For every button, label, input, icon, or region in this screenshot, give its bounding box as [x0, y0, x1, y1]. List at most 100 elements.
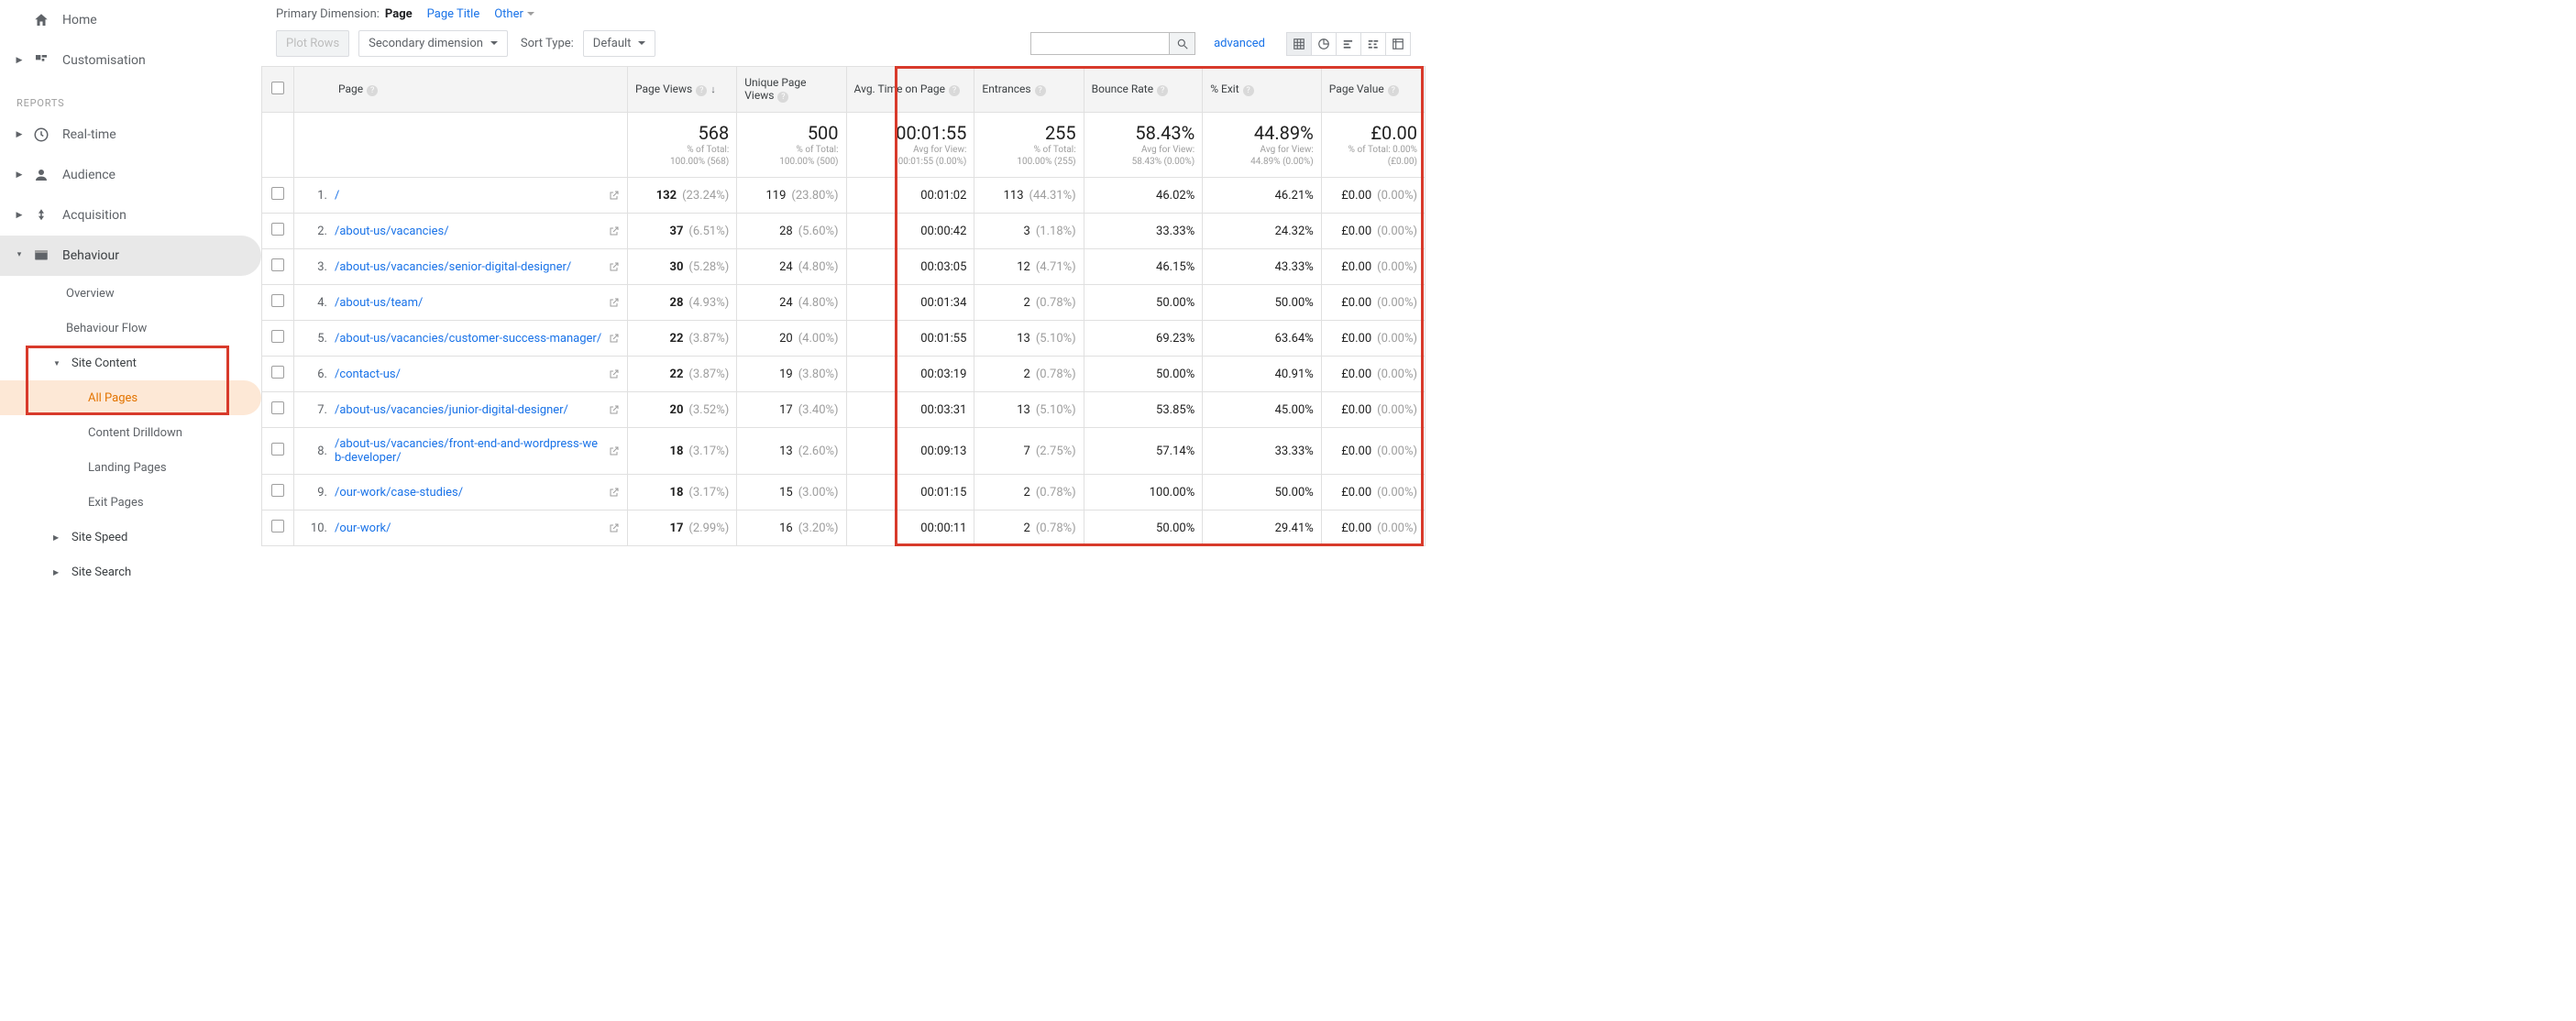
open-external-icon[interactable] — [609, 445, 620, 456]
col-exit[interactable]: % Exit? — [1203, 67, 1322, 113]
open-external-icon[interactable] — [609, 522, 620, 533]
open-external-icon[interactable] — [609, 404, 620, 415]
cell-value: £0.00(0.00%) — [1321, 392, 1425, 428]
sub-behaviour-flow[interactable]: Behaviour Flow — [0, 311, 261, 346]
page-link[interactable]: /our-work/case-studies/ — [335, 486, 603, 500]
help-icon[interactable]: ? — [1243, 85, 1254, 96]
nav-home[interactable]: Home — [0, 0, 261, 40]
row-index: 5. — [302, 332, 327, 346]
dim-other[interactable]: Other — [494, 7, 534, 21]
sub-landing-pages[interactable]: Landing Pages — [0, 450, 261, 485]
col-avgtime[interactable]: Avg. Time on Page? — [846, 67, 974, 113]
sub-site-search[interactable]: ▶ Site Search — [0, 554, 261, 589]
row-select — [262, 357, 294, 392]
help-icon[interactable]: ? — [367, 85, 378, 96]
page-link[interactable]: /our-work/ — [335, 521, 603, 535]
view-table-button[interactable] — [1286, 32, 1312, 56]
nav-customisation[interactable]: ▶ Customisation — [0, 40, 261, 81]
search-input[interactable] — [1031, 33, 1169, 54]
sub-site-speed[interactable]: ▶ Site Speed — [0, 520, 261, 554]
help-icon[interactable]: ? — [696, 85, 707, 96]
col-pageviews[interactable]: Page Views?↓ — [627, 67, 736, 113]
dim-page[interactable]: Page — [385, 7, 413, 21]
help-icon[interactable]: ? — [949, 85, 960, 96]
view-pie-button[interactable] — [1311, 32, 1337, 56]
sub-content-drilldown[interactable]: Content Drilldown — [0, 415, 261, 450]
cell-unique: 119(23.80%) — [737, 178, 846, 214]
page-link[interactable]: /about-us/vacancies/customer-success-man… — [335, 332, 603, 346]
open-external-icon[interactable] — [609, 333, 620, 344]
cell-pageviews: 17(2.99%) — [627, 510, 736, 546]
select-all-checkbox[interactable] — [271, 82, 284, 94]
view-bar-button[interactable] — [1336, 32, 1361, 56]
help-icon[interactable]: ? — [1035, 85, 1046, 96]
help-icon[interactable]: ? — [1388, 85, 1399, 96]
nav-behaviour[interactable]: ▾ Behaviour — [0, 236, 261, 276]
open-external-icon[interactable] — [609, 225, 620, 236]
open-external-icon[interactable] — [609, 487, 620, 498]
sub-overview[interactable]: Overview — [0, 276, 261, 311]
page-link[interactable]: /about-us/vacancies/junior-digital-desig… — [335, 403, 603, 417]
sub-site-search-label: Site Search — [72, 565, 131, 579]
view-pivot-button[interactable] — [1385, 32, 1411, 56]
total-exit: 44.89%Avg for View:44.89% (0.00%) — [1203, 113, 1322, 178]
row-select — [262, 392, 294, 428]
dim-page-title[interactable]: Page Title — [427, 7, 480, 21]
nav-home-label: Home — [62, 13, 97, 27]
row-index: 6. — [302, 368, 327, 381]
nav-acquisition[interactable]: ▶ Acquisition — [0, 195, 261, 236]
row-checkbox[interactable] — [271, 223, 284, 236]
table-row: 7./about-us/vacancies/junior-digital-des… — [262, 392, 1426, 428]
row-checkbox[interactable] — [271, 294, 284, 307]
row-checkbox[interactable] — [271, 330, 284, 343]
col-page[interactable]: Page? — [293, 67, 627, 113]
nav-realtime[interactable]: ▶ Real-time — [0, 115, 261, 155]
row-checkbox[interactable] — [271, 258, 284, 271]
row-checkbox[interactable] — [271, 187, 284, 200]
sort-type-label: Sort Type: — [521, 37, 574, 50]
row-index: 8. — [302, 445, 327, 458]
col-entrances[interactable]: Entrances? — [974, 67, 1084, 113]
view-comparison-button[interactable] — [1360, 32, 1386, 56]
row-checkbox[interactable] — [271, 401, 284, 414]
table-row: 6./contact-us/22(3.87%)19(3.80%)00:03:19… — [262, 357, 1426, 392]
sub-all-pages[interactable]: All Pages — [0, 380, 261, 415]
cell-pageviews: 132(23.24%) — [627, 178, 736, 214]
page-link[interactable]: /about-us/vacancies/front-end-and-wordpr… — [335, 437, 603, 465]
open-external-icon[interactable] — [609, 261, 620, 272]
row-checkbox[interactable] — [271, 520, 284, 532]
table-wrap: Page? Page Views?↓ Unique Page Views? Av… — [261, 66, 1426, 546]
secondary-dimension-button[interactable]: Secondary dimension — [358, 30, 508, 57]
search-button[interactable] — [1169, 33, 1194, 54]
nav-audience-label: Audience — [62, 168, 116, 182]
help-icon[interactable]: ? — [1157, 85, 1168, 96]
sub-site-speed-label: Site Speed — [72, 531, 127, 544]
nav-audience[interactable]: ▶ Audience — [0, 155, 261, 195]
col-bounce[interactable]: Bounce Rate? — [1084, 67, 1203, 113]
page-link[interactable]: / — [335, 189, 603, 203]
sort-type-button[interactable]: Default — [583, 30, 656, 57]
cell-value: £0.00(0.00%) — [1321, 178, 1425, 214]
table-row: 1./132(23.24%)119(23.80%)00:01:02113(44.… — [262, 178, 1426, 214]
page-link[interactable]: /about-us/vacancies/senior-digital-desig… — [335, 260, 603, 274]
col-unique[interactable]: Unique Page Views? — [737, 67, 846, 113]
row-checkbox[interactable] — [271, 484, 284, 497]
page-link[interactable]: /about-us/vacancies/ — [335, 225, 603, 238]
cell-pageviews: 18(3.17%) — [627, 475, 736, 510]
page-link[interactable]: /about-us/team/ — [335, 296, 603, 310]
open-external-icon[interactable] — [609, 190, 620, 201]
page-link[interactable]: /contact-us/ — [335, 368, 603, 381]
pages-table: Page? Page Views?↓ Unique Page Views? Av… — [261, 66, 1426, 546]
open-external-icon[interactable] — [609, 297, 620, 308]
total-pageviews: 568% of Total:100.00% (568) — [627, 113, 736, 178]
row-checkbox[interactable] — [271, 366, 284, 379]
sub-site-content[interactable]: ▼ Site Content — [0, 346, 261, 380]
row-checkbox[interactable] — [271, 443, 284, 456]
row-select — [262, 249, 294, 285]
sub-exit-pages[interactable]: Exit Pages — [0, 485, 261, 520]
help-icon[interactable]: ? — [777, 92, 788, 103]
open-external-icon[interactable] — [609, 368, 620, 379]
col-value[interactable]: Page Value? — [1321, 67, 1425, 113]
advanced-link[interactable]: advanced — [1214, 37, 1265, 50]
cell-bounce: 50.00% — [1084, 285, 1203, 321]
